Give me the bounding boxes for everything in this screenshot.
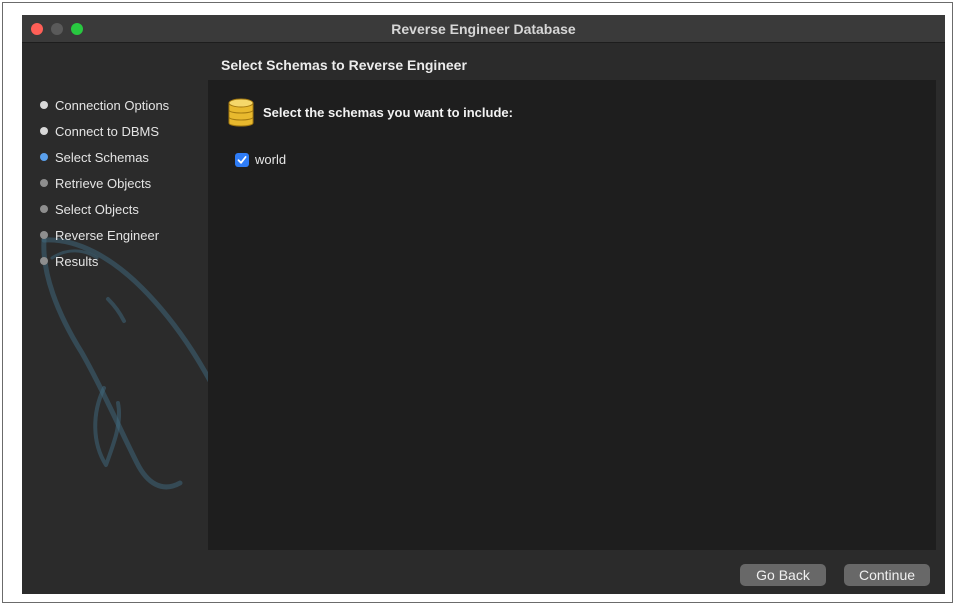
step-status-dot <box>40 127 48 135</box>
window-title: Reverse Engineer Database <box>391 21 576 37</box>
wizard-steps-sidebar: Connection Options Connect to DBMS Selec… <box>22 43 208 553</box>
step-reverse-engineer: Reverse Engineer <box>40 226 159 244</box>
database-icon <box>228 98 254 127</box>
step-label: Retrieve Objects <box>55 175 152 191</box>
step-label: Connection Options <box>55 97 170 113</box>
schema-prompt: Select the schemas you want to include: <box>263 105 513 120</box>
step-label: Select Schemas <box>55 149 149 165</box>
step-label: Reverse Engineer <box>55 227 160 243</box>
step-status-dot <box>40 257 48 265</box>
step-connect-to-dbms: Connect to DBMS <box>40 122 159 140</box>
step-status-dot <box>40 101 48 109</box>
step-status-dot <box>40 231 48 239</box>
step-label: Connect to DBMS <box>55 123 160 139</box>
step-select-schemas: Select Schemas <box>40 148 149 166</box>
step-results: Results <box>40 252 98 270</box>
go-back-button[interactable]: Go Back <box>740 564 826 586</box>
page-heading: Select Schemas to Reverse Engineer <box>221 57 467 73</box>
dolphin-logo-icon <box>41 237 208 490</box>
schema-row-world[interactable]: world <box>235 152 286 167</box>
step-status-dot <box>40 153 48 161</box>
step-label: Select Objects <box>55 201 139 217</box>
step-retrieve-objects: Retrieve Objects <box>40 174 151 192</box>
continue-button[interactable]: Continue <box>844 564 930 586</box>
title-bar: Reverse Engineer Database <box>22 15 945 43</box>
schema-selection-panel: Select the schemas you want to include: … <box>208 80 936 550</box>
step-connection-options: Connection Options <box>40 96 169 114</box>
step-status-dot <box>40 179 48 187</box>
step-select-objects: Select Objects <box>40 200 139 218</box>
step-label: Results <box>55 253 99 269</box>
checkmark-icon <box>237 155 247 164</box>
reverse-engineer-window: Reverse Engineer Database Connection Opt… <box>22 15 945 594</box>
schema-checkbox[interactable] <box>235 152 249 167</box>
schema-name: world <box>255 152 287 167</box>
step-status-dot <box>40 205 48 213</box>
